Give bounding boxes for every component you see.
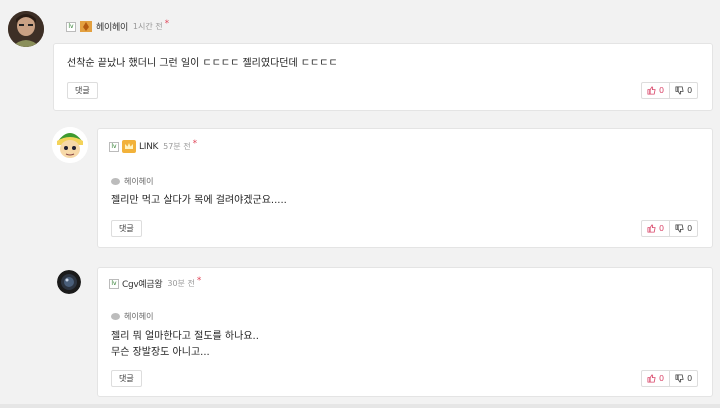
vote-box: 0 0 (641, 220, 699, 237)
dislike-count: 0 (687, 374, 693, 383)
lens-avatar-icon (57, 270, 81, 294)
nickname[interactable]: LINK (139, 142, 158, 152)
comment-card: 선착순 끝났나 했더니 그런 일이 ㄷㄷㄷㄷ 젤리였다던데 ㄷㄷㄷㄷ 댓글 0 … (53, 43, 713, 111)
new-indicator-icon: * (164, 18, 170, 29)
comment-body: 선착순 끝났나 했더니 그런 일이 ㄷㄷㄷㄷ 젤리였다던데 ㄷㄷㄷㄷ (67, 56, 338, 72)
thumbs-up-icon (647, 374, 656, 383)
comment-line: 젤리 뭐 얼마한다고 절도를 하나요.. (111, 331, 259, 342)
link-avatar-icon (52, 127, 88, 163)
vote-box: 0 0 (641, 82, 699, 99)
dislike-count: 0 (687, 224, 693, 233)
avatar[interactable] (57, 270, 81, 294)
level-icon: lv (66, 21, 76, 32)
reply-target: 헤이헤이 (111, 311, 153, 322)
like-button[interactable]: 0 (642, 371, 671, 386)
reply-button[interactable]: 댓글 (67, 82, 98, 99)
comment-line: 선착순 끝났나 했더니 그런 일이 ㄷㄷㄷㄷ 젤리였다던데 ㄷㄷㄷㄷ (67, 58, 338, 69)
reply-button[interactable]: 댓글 (111, 220, 142, 237)
timestamp: 57분 전 (163, 142, 191, 151)
nickname[interactable]: 헤이헤이 (96, 20, 128, 33)
thumbs-down-icon (675, 374, 684, 383)
thumbs-up-icon (647, 224, 656, 233)
new-indicator-icon: * (192, 138, 198, 149)
comment-line: 젤리만 먹고 살다가 목에 걸려야겠군요..... (111, 195, 287, 206)
thumbs-down-icon (675, 224, 684, 233)
reply-button[interactable]: 댓글 (111, 370, 142, 387)
dislike-button[interactable]: 0 (670, 371, 697, 386)
avatar[interactable] (52, 127, 88, 163)
like-button[interactable]: 0 (642, 221, 671, 236)
level-icon: lv (109, 278, 119, 289)
thumbs-up-icon (647, 86, 656, 95)
speech-bubble-icon (111, 178, 120, 185)
dislike-button[interactable]: 0 (670, 221, 697, 236)
vote-box: 0 0 (641, 370, 699, 387)
like-count: 0 (659, 86, 665, 95)
flame-badge-icon (80, 21, 92, 32)
avatar-photo-icon (8, 11, 44, 47)
thumbs-down-icon (675, 86, 684, 95)
nickname[interactable]: Cgv예금왕 (122, 277, 163, 290)
bottom-divider (0, 404, 720, 408)
like-count: 0 (659, 224, 665, 233)
speech-bubble-icon (111, 313, 120, 320)
comment-body: 젤리 뭐 얼마한다고 절도를 하나요.. 무슨 장발장도 아니고... (111, 329, 259, 361)
like-count: 0 (659, 374, 665, 383)
dislike-count: 0 (687, 86, 693, 95)
reply-target: 헤이헤이 (111, 176, 153, 187)
timestamp: 30분 전 (167, 279, 195, 288)
comment-card: lv LINK 57분 전 * 헤이헤이 젤리만 먹고 살다가 목에 걸려야겠군… (97, 128, 713, 248)
timestamp: 1시간 전 (132, 22, 163, 31)
crown-badge-icon (122, 140, 136, 153)
comment-body: 젤리만 먹고 살다가 목에 걸려야겠군요..... (111, 193, 287, 209)
avatar[interactable] (8, 11, 44, 47)
level-icon: lv (109, 141, 119, 152)
reply-target-name: 헤이헤이 (124, 312, 154, 321)
comment-card: lv Cgv예금왕 30분 전 * 헤이헤이 젤리 뭐 얼마한다고 절도를 하나… (97, 267, 713, 397)
like-button[interactable]: 0 (642, 83, 671, 98)
dislike-button[interactable]: 0 (670, 83, 697, 98)
reply-target-name: 헤이헤이 (124, 177, 154, 186)
new-indicator-icon: * (196, 275, 202, 286)
comment-line: 무슨 장발장도 아니고... (111, 347, 210, 358)
